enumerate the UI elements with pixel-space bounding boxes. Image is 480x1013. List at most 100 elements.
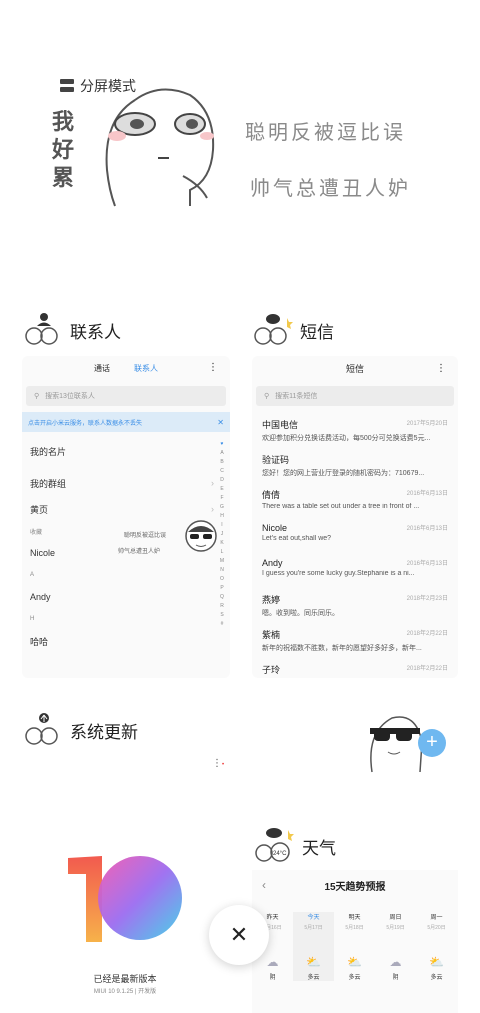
message-item[interactable]: 验证码 您好！您的网上营业厅登录的随机密码为：710679... (252, 449, 458, 484)
alphabet-letter[interactable]: C (218, 467, 226, 476)
cloud-banner[interactable]: 点击开启小米云服务，联系人数据永不丢失 ✕ (22, 412, 230, 432)
contact-haha[interactable]: 哈哈 (22, 628, 230, 654)
weather-cloud-icon: ⛅ (347, 955, 362, 969)
miui-10-logo (68, 856, 182, 942)
contacts-person-icon (25, 313, 58, 345)
weather-day[interactable]: 今天 5月17日 ⛅ 多云 (293, 912, 334, 981)
sunglasses-meme-icon (185, 520, 217, 552)
message-item[interactable]: 燕婷 2018年2月23日 嗯。收到啦。同乐同乐。 (252, 589, 458, 624)
alphabet-letter[interactable]: K (218, 539, 226, 548)
chevron-right-icon: › (211, 478, 214, 488)
sms-search-input[interactable]: ⚲ 搜索11条短信 (256, 386, 454, 406)
sms-header: 短信 ⋮ (252, 356, 458, 382)
message-item[interactable]: Andy 2016年6月13日 I guess you're some lucky … (252, 554, 458, 589)
weather-section-header: 24°C 天气 (254, 826, 336, 866)
message-preview: Let's eat out,shall we? (262, 535, 332, 542)
alphabet-letter[interactable]: S (218, 611, 226, 620)
alphabet-letter[interactable]: M (218, 557, 226, 566)
alphabet-letter[interactable]: B (218, 458, 226, 467)
hero-line-1: 聪明反被逗比误 (245, 122, 406, 144)
message-item[interactable]: 倩倩 2016年6月13日 There was a table set out un… (252, 484, 458, 519)
alphabet-letter[interactable]: L (218, 548, 226, 557)
alphabet-letter[interactable]: G (218, 503, 226, 512)
alphabet-letter[interactable]: H (218, 512, 226, 521)
weather-day[interactable]: 周日 5月19日 ☁ 阴 (375, 912, 416, 981)
weather-days: 昨天 5月16日 ☁ 阴今天 5月17日 ⛅ 多云 明天 5月18日 ⛅ 多云 周日 5月19日 ☁ 阴周一… (252, 900, 458, 981)
weather-cloud-icon: ☁ (389, 955, 402, 969)
back-arrow-icon[interactable]: ‹ (262, 878, 266, 892)
update-more-icon[interactable]: ⋮• (212, 758, 224, 769)
contacts-section-header: 联系人 (24, 312, 121, 348)
message-item[interactable]: 中国电信 2017年5月20日欢迎参加积分兑换话费活动，每500分可兑换话费5元.… (252, 414, 458, 449)
message-preview: 您好！您的网上营业厅登录的随机密码为：710679... (262, 470, 425, 477)
weather-day[interactable]: 周一 5月20日 ⛅ 多云 (416, 912, 457, 981)
overlay-line-2: 帅气总遭丑人妒 (118, 549, 161, 555)
sms-more-icon[interactable]: ⋮ (436, 356, 446, 382)
day-date: 5月20日 (427, 925, 446, 931)
weather-panel: ‹ 15天趋势预报 昨天 5月16日 ☁ 阴今天 5月17日 ⛅ 多云 明天 5月18日 ⛅ 多云周… (252, 870, 458, 1013)
day-condition: 多云 (430, 975, 443, 981)
hero-line-2: 帅气总遭丑人妒 (250, 178, 411, 200)
message-preview: There was a table set out under a tree i… (262, 503, 420, 510)
close-icon[interactable]: ✕ (217, 418, 224, 427)
alphabet-letter[interactable]: # (218, 620, 226, 629)
add-fab-button[interactable]: + (418, 729, 446, 757)
my-groups-item[interactable]: 我的群组 › (22, 470, 230, 496)
weather-day[interactable]: 明天 5月18日 ⛅ 多云 (334, 912, 375, 981)
my-card-item[interactable]: 我的名片 (22, 438, 230, 464)
message-date: 2018年2月22日 (406, 631, 448, 637)
day-condition: 多云 (348, 975, 361, 981)
message-date: 2016年6月13日 (406, 526, 448, 532)
message-date: 2017年5月20日 (406, 421, 448, 427)
alphabet-letter[interactable]: P (218, 584, 226, 593)
cool-meme-icon (370, 716, 423, 773)
message-list: 中国电信 2017年5月20日欢迎参加积分兑换话费活动，每500分可兑换话费5元.… (252, 414, 458, 678)
alphabet-letter[interactable]: ♥ (218, 440, 226, 449)
day-date: 5月18日 (345, 925, 364, 931)
alphabet-letter[interactable]: J (218, 530, 226, 539)
close-button[interactable]: ✕ (209, 905, 269, 965)
split-screen-icon (60, 79, 76, 93)
message-item[interactable]: 子玲2018年2月22日10分想念9朋的你，8张照片7张是你，6只小狗5只... (252, 659, 458, 678)
section-header-h: H (30, 616, 35, 622)
message-sender: 倩倩 (262, 490, 281, 500)
hero-vertical-text: 我好累 (52, 109, 75, 190)
update-version: MIUI 10 9.1.25 | 开发版 (93, 989, 157, 995)
alphabet-letter[interactable]: A (218, 449, 226, 458)
alphabet-letter[interactable]: D (218, 476, 226, 485)
message-sender: Nicole (262, 523, 288, 533)
temperature-badge: 24°C (273, 851, 287, 857)
chevron-right-icon: › (211, 504, 214, 514)
message-preview: 嗯。收到啦。同乐同乐。 (262, 610, 339, 617)
message-sender: 中国电信 (262, 420, 299, 430)
contacts-search-input[interactable]: ⚲ 搜索13位联系人 (26, 386, 226, 406)
day-date: 5月19日 (386, 925, 405, 931)
message-item[interactable]: Nicole 2016年6月13日 Let's eat out,shall we? (252, 519, 458, 554)
message-preview: 欢迎参加积分兑换话费活动，每500分可兑换话费5元... (262, 435, 431, 442)
message-sender: 燕婷 (262, 595, 281, 605)
message-date: 2018年2月22日 (406, 666, 448, 672)
weather-cloud-icon: ⛅ (306, 955, 321, 969)
alphabet-letter[interactable]: Q (218, 593, 226, 602)
update-status: 已经是最新版本 (93, 974, 157, 984)
tab-calls[interactable]: 通话 (94, 363, 110, 374)
alphabet-letter[interactable]: E (218, 485, 226, 494)
sms-section-header: 短信 (254, 312, 334, 348)
alphabet-letter[interactable]: N (218, 566, 226, 575)
alphabet-letter[interactable]: I (218, 521, 226, 530)
overlay-line-1: 聪明反被逗比误 (124, 533, 167, 539)
tab-contacts[interactable]: 联系人 (134, 363, 158, 374)
day-label: 周一 (430, 915, 443, 921)
contacts-more-icon[interactable]: ⋮ (208, 362, 218, 373)
alphabet-letter[interactable]: R (218, 602, 226, 611)
upload-arrow-icon (25, 713, 58, 745)
alphabet-letter[interactable]: F (218, 494, 226, 503)
update-section-header: 系统更新 (24, 712, 138, 748)
message-sender: 紫楠 (262, 630, 281, 640)
alphabet-index[interactable]: ♥ A B C D E F G H I J K L M N O P Q R S # (218, 440, 226, 629)
alphabet-letter[interactable]: O (218, 575, 226, 584)
message-item[interactable]: 紫楠 2018年2月22日 新年的祝福数不胜数，新年的愿望好多好多，新年... (252, 624, 458, 659)
day-label: 今天 (307, 915, 320, 921)
contact-andy[interactable]: Andy (22, 584, 230, 610)
meme-face-icon (105, 88, 215, 207)
